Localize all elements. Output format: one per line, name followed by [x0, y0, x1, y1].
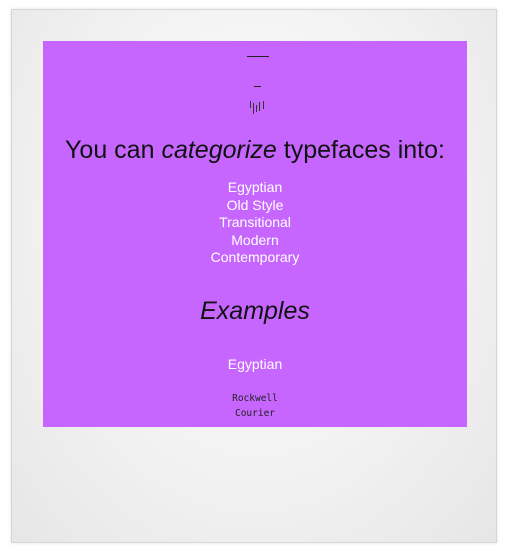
category-item: Modern	[231, 231, 279, 248]
decorative-bars-icon	[250, 101, 264, 114]
heading-text-after: typefaces into:	[276, 136, 445, 164]
category-item: Transitional	[219, 214, 291, 230]
example-category-label: Egyptian	[227, 356, 283, 372]
slide-heading: You can categorize typefaces into:	[43, 136, 467, 165]
slide: You can categorize typefaces into: Egypt…	[43, 41, 467, 427]
example-font-item: Courier	[234, 408, 276, 419]
category-item: Old Style	[226, 196, 284, 213]
example-font-item: Rockwell	[232, 393, 278, 404]
heading-emphasis: categorize	[161, 136, 277, 164]
examples-title: Examples	[200, 297, 310, 325]
decorative-line-top	[247, 56, 269, 57]
heading-text-before: You can	[65, 136, 162, 164]
example-font-list: Rockwell Courier	[43, 391, 467, 421]
decorative-line-short	[254, 86, 261, 87]
category-item: Egyptian	[227, 179, 283, 195]
category-item: Contemporary	[210, 249, 300, 265]
typeface-category-list: Egyptian Old Style Transitional Modern C…	[43, 179, 467, 267]
